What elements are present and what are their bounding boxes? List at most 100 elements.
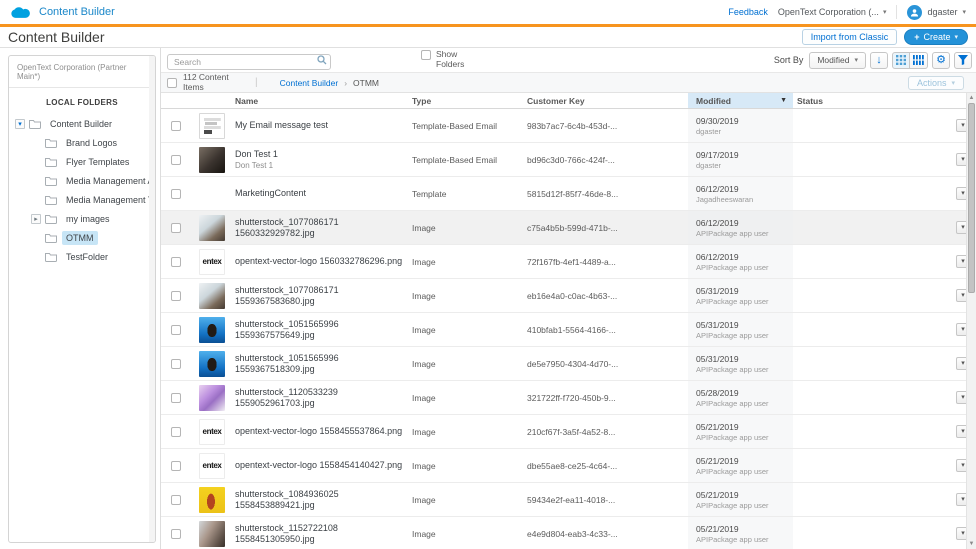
customer-key: c75a4b5b-599d-471b-... (523, 223, 688, 233)
table-row[interactable]: shutterstock_1120533239 1559052961703.jp… (161, 381, 976, 415)
folder-tree-item[interactable]: TestFolder (9, 247, 155, 266)
asset-description: Don Test 1 (235, 161, 408, 170)
row-checkbox[interactable] (171, 529, 181, 539)
table-row[interactable]: entex opentext-vector-logo 1558454140427… (161, 449, 976, 483)
folder-tree-item[interactable]: Media Management Templates (9, 190, 155, 209)
filter-funnel-icon (958, 55, 968, 65)
app-logo[interactable]: Content Builder (10, 5, 115, 19)
top-app-bar: Content Builder Feedback OpenText Corpor… (0, 0, 976, 24)
list-view-button[interactable] (892, 52, 910, 69)
org-switcher-dropdown[interactable]: OpenText Corporation (... ▾ (778, 7, 887, 17)
folder-tree-item[interactable]: Media Management Assets (9, 171, 155, 190)
asset-name[interactable]: shutterstock_1051565996 1559367575649.jp… (235, 319, 408, 341)
row-checkbox[interactable] (171, 257, 181, 267)
asset-thumbnail (199, 283, 225, 309)
table-row[interactable]: shutterstock_1152722108 1558451305950.jp… (161, 517, 976, 549)
sort-by-label: Sort By (774, 55, 804, 65)
grid-view-button[interactable] (910, 52, 928, 69)
scrollbar-thumb[interactable] (968, 103, 975, 293)
asset-name[interactable]: opentext-vector-logo 1558454140427.png (235, 460, 408, 471)
asset-name[interactable]: shutterstock_1152722108 1558451305950.jp… (235, 523, 408, 545)
folder-tree-item[interactable]: ▸ my images (9, 209, 155, 228)
row-checkbox[interactable] (171, 325, 181, 335)
import-from-classic-button[interactable]: Import from Classic (802, 29, 898, 45)
column-header-modified[interactable]: Modified ▼ (688, 93, 793, 108)
asset-thumbnail (199, 521, 225, 547)
row-checkbox[interactable] (171, 155, 181, 165)
row-checkbox[interactable] (171, 359, 181, 369)
folder-tree-item[interactable]: Flyer Templates (9, 152, 155, 171)
table-row[interactable]: shutterstock_1077086171 1560332929782.jp… (161, 211, 976, 245)
feedback-link[interactable]: Feedback (728, 7, 768, 17)
sort-direction-button[interactable]: ↓ (870, 52, 888, 69)
row-checkbox[interactable] (171, 427, 181, 437)
table-scrollbar[interactable]: ▲ ▼ (966, 93, 976, 549)
asset-name[interactable]: opentext-vector-logo 1558455537864.png (235, 426, 408, 437)
asset-type: Image (408, 427, 523, 437)
folder-tree-item[interactable]: Brand Logos (9, 133, 155, 152)
customer-key: 321722ff-f720-450b-9... (523, 393, 688, 403)
asset-name[interactable]: opentext-vector-logo 1560332786296.png (235, 256, 408, 267)
chevron-down-icon: ▾ (961, 122, 965, 129)
asset-name[interactable]: shutterstock_1051565996 1559367518309.jp… (235, 353, 408, 375)
asset-type: Image (408, 495, 523, 505)
table-row[interactable]: shutterstock_1084936025 1558453889421.jp… (161, 483, 976, 517)
table-row[interactable]: entex opentext-vector-logo 1558455537864… (161, 415, 976, 449)
folder-tree-item[interactable]: ▾ Content Builder (9, 114, 155, 133)
modified-by: APIPackage app user (696, 365, 793, 374)
expander-icon[interactable]: ▸ (31, 214, 41, 224)
column-header-name[interactable]: Name (233, 96, 408, 106)
asset-name[interactable]: Don Test 1 (235, 149, 408, 160)
actions-dropdown-button[interactable]: Actions ▾ (908, 76, 964, 90)
row-checkbox[interactable] (171, 121, 181, 131)
folder-icon (45, 157, 57, 167)
create-button[interactable]: + Create ▾ (904, 29, 968, 45)
table-row[interactable]: shutterstock_1051565996 1559367518309.jp… (161, 347, 976, 381)
column-header-status[interactable]: Status (793, 96, 950, 106)
show-folders-checkbox[interactable] (421, 50, 431, 60)
asset-name[interactable]: shutterstock_1084936025 1558453889421.jp… (235, 489, 408, 511)
selection-bar: 112 Content Items | Content Builder › OT… (161, 72, 976, 93)
folder-label: Flyer Templates (62, 155, 133, 169)
search-input[interactable] (167, 54, 331, 70)
scroll-down-icon[interactable]: ▼ (967, 539, 976, 549)
user-menu-dropdown[interactable]: dgaster ▾ (907, 5, 966, 20)
asset-name[interactable]: My Email message test (235, 120, 408, 131)
modified-date: 06/12/2019 (696, 184, 793, 194)
chevron-down-icon: ▾ (961, 496, 965, 503)
asset-thumbnail (199, 215, 225, 241)
column-header-customer-key[interactable]: Customer Key (523, 96, 688, 106)
asset-name[interactable]: MarketingContent (235, 188, 408, 199)
filter-button[interactable] (954, 52, 972, 69)
column-header-type[interactable]: Type (408, 96, 523, 106)
row-checkbox[interactable] (171, 291, 181, 301)
folder-tree-item[interactable]: OTMM (9, 228, 155, 247)
row-checkbox[interactable] (171, 189, 181, 199)
settings-button[interactable]: ⚙ (932, 52, 950, 69)
search-icon[interactable] (317, 55, 327, 65)
asset-name[interactable]: shutterstock_1077086171 1559367583680.jp… (235, 285, 408, 307)
table-row[interactable]: MarketingContent Template 5815d12f-85f7-… (161, 177, 976, 211)
breadcrumb-parent-link[interactable]: Content Builder (280, 78, 339, 88)
table-row[interactable]: shutterstock_1077086171 1559367583680.jp… (161, 279, 976, 313)
asset-thumbnail: entex (199, 419, 225, 445)
asset-name[interactable]: shutterstock_1077086171 1560332929782.jp… (235, 217, 408, 239)
row-checkbox[interactable] (171, 223, 181, 233)
asset-name[interactable]: shutterstock_1120533239 1559052961703.jp… (235, 387, 408, 409)
sidebar-scrollbar[interactable] (149, 56, 155, 542)
row-checkbox[interactable] (171, 495, 181, 505)
expander-icon[interactable]: ▾ (15, 119, 25, 129)
table-row[interactable]: entex opentext-vector-logo 1560332786296… (161, 245, 976, 279)
table-row[interactable]: My Email message test Template-Based Ema… (161, 109, 976, 143)
folder-label: Brand Logos (62, 136, 121, 150)
row-checkbox[interactable] (171, 461, 181, 471)
table-row[interactable]: Don Test 1 Don Test 1 Template-Based Ema… (161, 143, 976, 177)
row-checkbox[interactable] (171, 393, 181, 403)
table-row[interactable]: shutterstock_1051565996 1559367575649.jp… (161, 313, 976, 347)
sort-field-dropdown[interactable]: Modified ▾ (809, 52, 866, 69)
scrollbar-track[interactable] (967, 293, 976, 539)
sort-descending-icon: ▼ (780, 97, 787, 104)
select-all-checkbox[interactable] (167, 78, 177, 88)
scroll-up-icon[interactable]: ▲ (967, 93, 976, 103)
asset-list-panel: Show Folders Sort By Modified ▾ ↓ (160, 48, 976, 549)
